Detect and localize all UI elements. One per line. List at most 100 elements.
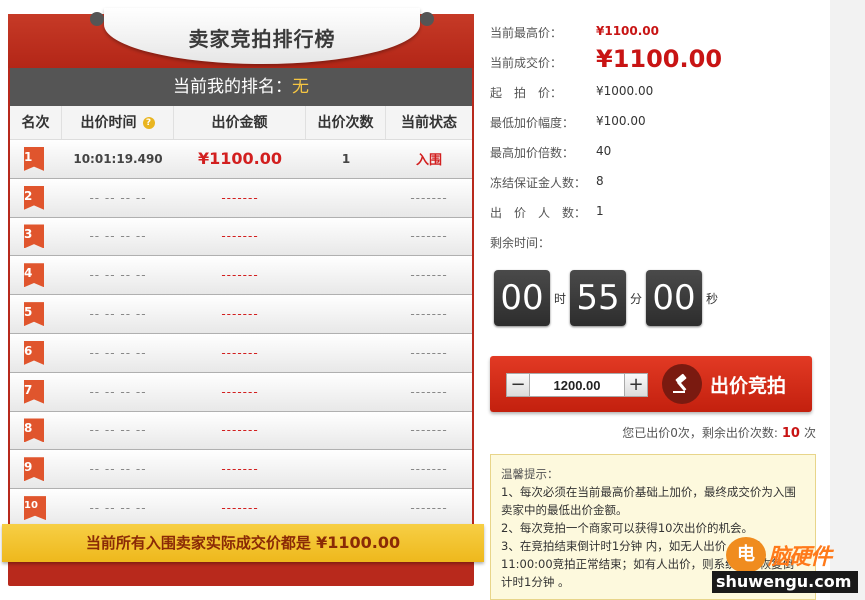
row-time: -- -- -- -- <box>89 268 147 283</box>
final-price-label: 当前所有入围卖家实际成交价都是 <box>85 534 311 552</box>
auction-panel: 当前最高价： ¥1100.00 当前成交价： ¥1100.00 起 拍 价： ¥… <box>490 0 830 600</box>
timer-hours: 00 <box>494 270 550 326</box>
deal-price-label: 当前成交价： <box>490 56 563 70</box>
rank-ribbon-icon: 2 <box>24 185 44 210</box>
min-increment-value: ¥100.00 <box>596 114 646 128</box>
row-status: ------- <box>410 423 448 438</box>
rank-ribbon-icon: 6 <box>24 340 44 365</box>
bid-remaining-count: 10 <box>781 426 800 441</box>
row-status: ------- <box>410 307 448 322</box>
rank-ribbon-icon: 9 <box>24 457 44 482</box>
table-row: 10 -- -- -- -- ------- ------- <box>10 489 472 528</box>
table-row: 6 -- -- -- -- ------- ------- <box>10 333 472 373</box>
row-time: -- -- -- -- <box>89 190 147 205</box>
deal-price-value: ¥1100.00 <box>596 45 723 73</box>
bid-info-suffix: 次 <box>803 426 816 440</box>
col-amount: 出价金额 <box>174 106 306 139</box>
rank-ribbon-icon: 5 <box>24 302 44 327</box>
page-gutter <box>830 0 865 600</box>
row-amount: ¥1100.00 <box>197 149 282 169</box>
my-rank-label: 当前我的排名： <box>173 77 292 97</box>
help-icon[interactable]: ? <box>142 117 155 129</box>
bid-amount-input[interactable] <box>529 374 625 396</box>
rank-ribbon-icon: 10 <box>24 496 46 521</box>
final-price-banner: 当前所有入围卖家实际成交价都是 ¥1100.00 <box>2 524 484 562</box>
decrease-button[interactable]: − <box>507 374 529 396</box>
min-increment-label: 最低加价幅度： <box>490 116 575 130</box>
frozen-deposit-row: 冻结保证金人数： 8 <box>490 174 604 191</box>
row-time: -- -- -- -- <box>89 423 147 438</box>
start-price-row: 起 拍 价： ¥1000.00 <box>490 84 653 101</box>
site-watermark: 电 脑硬件 shuwengu.com <box>712 535 860 595</box>
rank-ribbon-icon: 8 <box>24 418 44 443</box>
place-bid-button[interactable]: 出价竞拍 <box>662 362 808 406</box>
watermark-cn: 脑硬件 <box>768 545 832 570</box>
increase-button[interactable]: + <box>625 374 647 396</box>
table-row: 3 -- -- -- -- ------- ------- <box>10 217 472 257</box>
timer-seconds: 00 <box>646 270 703 326</box>
row-amount: ------- <box>221 190 259 205</box>
ranking-panel: 卖家竞拍排行榜 当前我的排名：无 名次 出价时间? 出价金额 出价次数 当前状态… <box>2 8 484 586</box>
bid-amount-stepper: − + <box>506 373 648 397</box>
timer-seconds-unit: 秒 <box>706 291 719 306</box>
row-status: ------- <box>410 462 448 477</box>
table-row: 2 -- -- -- -- ------- ------- <box>10 178 472 218</box>
frozen-deposit-value: 8 <box>596 174 604 188</box>
row-amount: ------- <box>221 501 259 516</box>
row-amount: ------- <box>221 462 259 477</box>
bidders-label: 出 价 人 数： <box>490 206 587 220</box>
max-multiple-label: 最高加价倍数： <box>490 146 575 160</box>
pin-icon <box>90 12 104 26</box>
min-increment-row: 最低加价幅度： ¥100.00 <box>490 114 646 131</box>
ranking-title: 卖家竞拍排行榜 <box>188 27 336 51</box>
table-row: 4 -- -- -- -- ------- ------- <box>10 256 472 296</box>
highest-price-value: ¥1100.00 <box>596 24 660 38</box>
watermark-en: shuwengu.com <box>712 571 858 593</box>
pin-icon <box>420 12 434 26</box>
my-rank-value: 无 <box>292 77 309 97</box>
bid-count-info: 您已出价0次，剩余出价次数: 10 次 <box>622 424 816 441</box>
row-amount: ------- <box>221 423 259 438</box>
start-price-value: ¥1000.00 <box>596 84 654 98</box>
col-time-label: 出价时间 <box>80 115 137 131</box>
bidders-row: 出 价 人 数： 1 <box>490 204 604 221</box>
row-time: -- -- -- -- <box>89 229 147 244</box>
watermark-badge-icon: 电 <box>726 537 766 573</box>
row-time: -- -- -- -- <box>89 501 147 516</box>
row-status: ------- <box>410 190 448 205</box>
ranking-rows: 1 10:01:19.490 ¥1100.00 1 入围 2 -- -- -- … <box>10 140 472 528</box>
bidders-value: 1 <box>596 204 604 218</box>
row-time: -- -- -- -- <box>89 462 147 477</box>
row-time: 10:01:19.490 <box>73 151 163 166</box>
table-row: 9 -- -- -- -- ------- ------- <box>10 450 472 490</box>
timer-hours-unit: 时 <box>554 291 567 306</box>
bid-bar: − + 出价竞拍 <box>490 356 812 412</box>
highest-price-label: 当前最高价： <box>490 26 563 40</box>
table-row: 7 -- -- -- -- ------- ------- <box>10 372 472 412</box>
row-status: ------- <box>410 229 448 244</box>
row-amount: ------- <box>221 229 259 244</box>
row-status: ------- <box>410 501 448 516</box>
timer-minutes: 55 <box>570 270 627 326</box>
row-time: -- -- -- -- <box>89 384 147 399</box>
bid-info-prefix: 您已出价0次，剩余出价次数: <box>622 426 778 440</box>
timer-minutes-unit: 分 <box>630 291 643 306</box>
frozen-deposit-label: 冻结保证金人数： <box>490 176 587 190</box>
rank-ribbon-icon: 4 <box>24 263 44 288</box>
max-multiple-row: 最高加价倍数： 40 <box>490 144 611 161</box>
row-status: ------- <box>410 268 448 283</box>
col-time: 出价时间? <box>62 106 174 139</box>
start-price-label: 起 拍 价： <box>490 86 563 100</box>
max-multiple-value: 40 <box>596 144 612 158</box>
col-rank: 名次 <box>10 106 62 139</box>
row-status: ------- <box>410 384 448 399</box>
row-time: -- -- -- -- <box>89 307 147 322</box>
row-time: -- -- -- -- <box>89 345 147 360</box>
row-status: ------- <box>410 345 448 360</box>
row-amount: ------- <box>221 307 259 322</box>
countdown-timer: 00 时 55 分 00 秒 <box>494 270 722 326</box>
gavel-icon <box>662 364 702 404</box>
place-bid-label: 出价竞拍 <box>710 374 787 397</box>
col-count: 出价次数 <box>306 106 386 139</box>
my-rank-bar: 当前我的排名：无 <box>10 68 472 106</box>
